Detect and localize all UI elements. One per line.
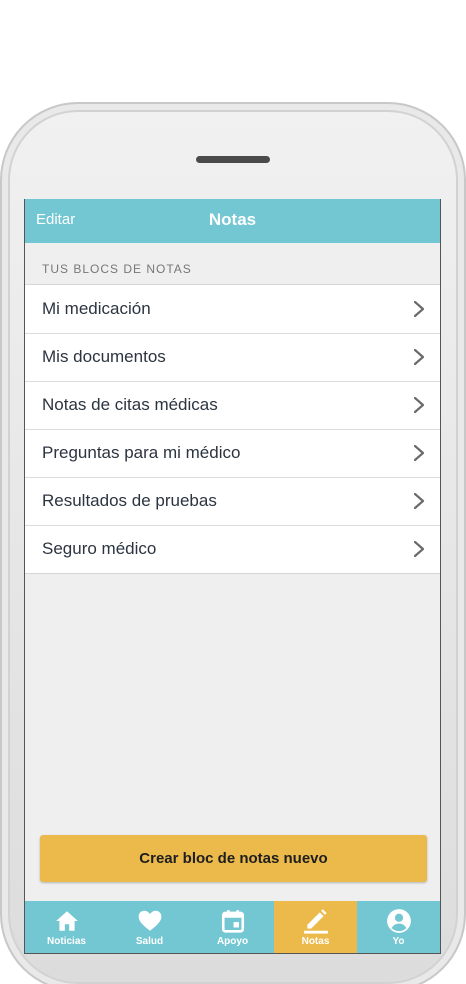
calendar-icon	[221, 910, 244, 933]
list-item-seguro-medico[interactable]: Seguro médico	[25, 525, 440, 573]
heart-icon	[138, 910, 161, 931]
pencil-icon	[303, 909, 328, 934]
tab-apoyo[interactable]: Apoyo	[191, 901, 274, 953]
chevron-right-icon	[413, 492, 425, 510]
list-item-label: Mis documentos	[42, 347, 166, 366]
section-header: TUS BLOCS DE NOTAS	[42, 262, 192, 276]
tab-label: Salud	[135, 936, 164, 947]
app-screen: Editar Notas TUS BLOCS DE NOTAS Mi medic…	[24, 199, 441, 954]
tab-bar: Noticias Salud Apoyo Notas Yo	[25, 901, 440, 953]
chevron-right-icon	[413, 444, 425, 462]
list-item-preguntas-medico[interactable]: Preguntas para mi médico	[25, 429, 440, 477]
edit-button[interactable]: Editar	[36, 211, 75, 228]
list-item-label: Notas de citas médicas	[42, 395, 218, 414]
chevron-right-icon	[413, 396, 425, 414]
tab-label: Notas	[301, 936, 330, 947]
list-item-label: Preguntas para mi médico	[42, 443, 241, 462]
list-item-label: Seguro médico	[42, 539, 157, 558]
tab-yo[interactable]: Yo	[357, 901, 440, 953]
tab-notas[interactable]: Notas	[274, 901, 357, 953]
page-title: Notas	[208, 210, 257, 229]
tab-noticias[interactable]: Noticias	[25, 901, 108, 953]
list-item-label: Resultados de pruebas	[42, 491, 217, 510]
chevron-right-icon	[413, 348, 425, 366]
chevron-right-icon	[413, 300, 425, 318]
phone-speaker	[196, 156, 270, 163]
profile-icon	[386, 909, 411, 933]
list-item-mis-documentos[interactable]: Mis documentos	[25, 333, 440, 381]
navigation-bar: Editar Notas	[25, 199, 440, 243]
home-icon	[55, 911, 78, 931]
list-item-notas-citas[interactable]: Notas de citas médicas	[25, 381, 440, 429]
chevron-right-icon	[413, 540, 425, 558]
list-item-label: Mi medicación	[42, 299, 151, 318]
list-item-mi-medicacion[interactable]: Mi medicación	[25, 285, 440, 333]
tab-label: Yo	[392, 936, 405, 947]
create-notebook-button[interactable]: Crear bloc de notas nuevo	[40, 835, 427, 882]
tab-salud[interactable]: Salud	[108, 901, 191, 953]
list-item-resultados-pruebas[interactable]: Resultados de pruebas	[25, 477, 440, 525]
tab-label: Apoyo	[216, 936, 249, 947]
notebook-list: Mi medicación Mis documentos Notas de ci…	[25, 284, 440, 574]
tab-label: Noticias	[47, 936, 86, 947]
